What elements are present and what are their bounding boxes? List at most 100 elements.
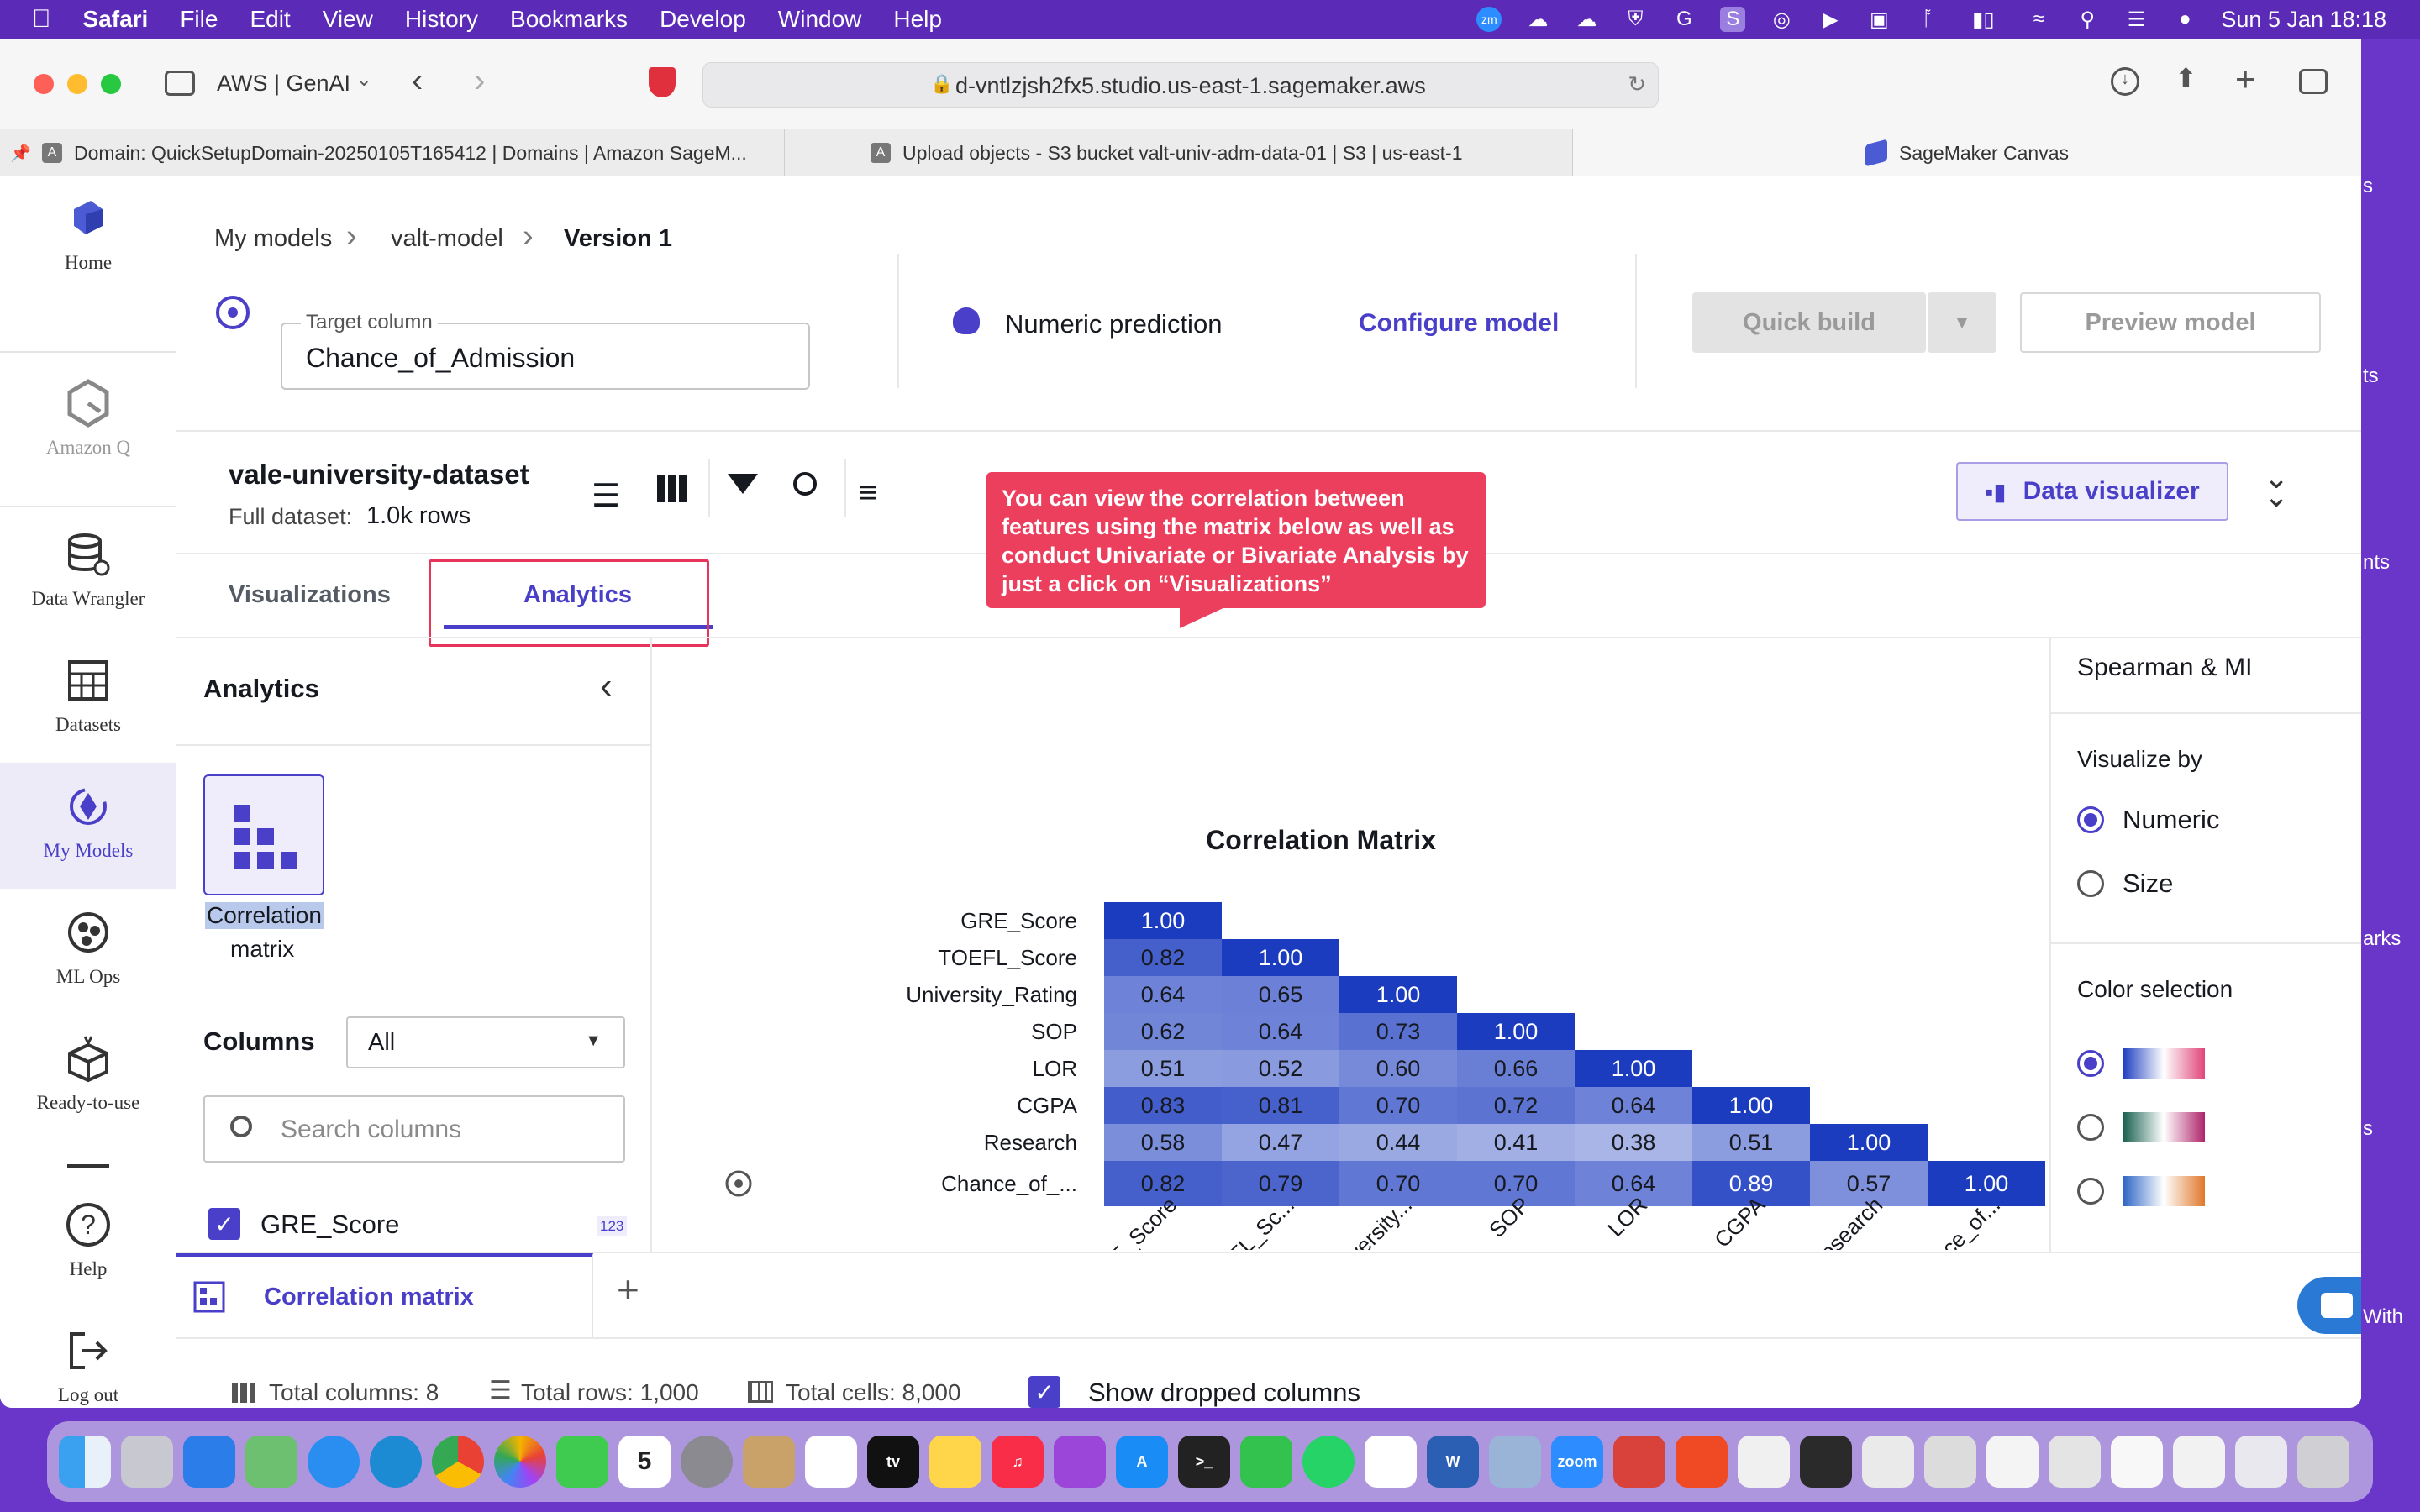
recent-window-thumbnail[interactable]	[2049, 1436, 2101, 1488]
messages-icon[interactable]	[556, 1436, 608, 1488]
menu-file[interactable]: File	[180, 6, 218, 33]
podcasts-icon[interactable]	[1054, 1436, 1106, 1488]
reload-icon[interactable]: ↻	[1628, 71, 1646, 97]
list-view-icon[interactable]: ☰	[592, 477, 620, 515]
play-icon[interactable]: ▶	[1818, 7, 1843, 32]
recent-window-thumbnail[interactable]	[1986, 1436, 2039, 1488]
numeric-radio[interactable]	[2077, 806, 2104, 833]
control-center-icon[interactable]: ☰	[2123, 7, 2149, 32]
slack-icon[interactable]	[1365, 1436, 1417, 1488]
brave-icon[interactable]	[1676, 1436, 1728, 1488]
breadcrumb-my-models[interactable]: My models	[214, 225, 332, 253]
recent-window-thumbnail[interactable]	[1800, 1436, 1852, 1488]
reminders-icon[interactable]	[805, 1436, 857, 1488]
color-scheme-radio-1[interactable]	[2077, 1050, 2104, 1077]
menu-view[interactable]: View	[323, 6, 373, 33]
nav-ml-ops[interactable]: ML Ops	[0, 907, 176, 988]
downloads-icon[interactable]: ↓	[2111, 67, 2139, 96]
new-tab-icon[interactable]: +	[2235, 59, 2256, 99]
quick-build-dropdown[interactable]: ▼	[1928, 292, 1996, 353]
forward-icon[interactable]: ›	[474, 62, 485, 100]
zoom-window-button[interactable]	[101, 74, 121, 94]
facetime-icon[interactable]	[1240, 1436, 1292, 1488]
preview-model-button[interactable]: Preview model	[2020, 292, 2321, 353]
word-icon[interactable]: W	[1427, 1436, 1479, 1488]
nav-help[interactable]: ? Help	[0, 1200, 176, 1280]
remote-desktop-icon[interactable]	[1613, 1436, 1665, 1488]
chrome-icon[interactable]	[432, 1436, 484, 1488]
edge-icon[interactable]	[370, 1436, 422, 1488]
numbered-list-icon[interactable]: ≡	[859, 475, 877, 512]
finder-icon[interactable]	[59, 1436, 111, 1488]
browser-tab-canvas[interactable]: SageMaker Canvas	[1573, 129, 2361, 176]
app-store-icon[interactable]: A	[1116, 1436, 1168, 1488]
tab-visualizations[interactable]: Visualizations	[229, 581, 391, 609]
nav-home[interactable]: Home	[0, 193, 176, 274]
apple-icon[interactable]: 	[32, 5, 51, 34]
breadcrumb-valt-model[interactable]: valt-model	[391, 225, 503, 253]
nav-log-out[interactable]: Log out	[0, 1326, 176, 1406]
zoom-icon[interactable]: zoom	[1551, 1436, 1603, 1488]
terminal-icon[interactable]: >_	[1178, 1436, 1230, 1488]
configure-model-link[interactable]: Configure model	[1359, 309, 1559, 338]
safari-icon[interactable]	[308, 1436, 360, 1488]
creative-cloud-icon[interactable]: ☁	[1525, 7, 1550, 32]
recent-window-thumbnail[interactable]	[2235, 1436, 2287, 1488]
menu-window[interactable]: Window	[778, 6, 862, 33]
nav-ready-to-use[interactable]: Ready-to-use	[0, 1033, 176, 1114]
back-icon[interactable]: ‹	[412, 62, 423, 100]
browser-tab-domain[interactable]: A Domain: QuickSetupDomain-20250105T1654…	[39, 129, 785, 176]
minimize-window-button[interactable]	[67, 74, 87, 94]
siri-icon[interactable]: ●	[2172, 7, 2197, 32]
nav-datasets[interactable]: Datasets	[0, 655, 176, 736]
recent-window-thumbnail[interactable]	[1924, 1436, 1976, 1488]
data-visualizer-button[interactable]: ▪▮ Data visualizer	[1956, 462, 2228, 521]
recent-window-thumbnail[interactable]	[1862, 1436, 1914, 1488]
color-swatch-blue-orange[interactable]	[2123, 1176, 2205, 1206]
columns-filter-select[interactable]: All ▼	[346, 1016, 625, 1068]
mail-icon[interactable]	[183, 1436, 235, 1488]
nav-amazon-q[interactable]: Amazon Q	[0, 378, 176, 459]
collapse-chevrons-icon[interactable]: ⌄ ⌄	[2264, 462, 2289, 511]
collapse-panel-icon[interactable]: ‹	[600, 665, 613, 707]
menu-clock[interactable]: Sun 5 Jan 18:18	[2221, 7, 2386, 33]
s-app-icon[interactable]: S	[1720, 7, 1746, 32]
apple-tv-icon[interactable]: tv	[867, 1436, 919, 1488]
menu-history[interactable]: History	[405, 6, 478, 33]
music-icon[interactable]: ♫	[992, 1436, 1044, 1488]
wifi-icon[interactable]: ≈	[2026, 7, 2051, 32]
privacy-shield-icon[interactable]	[649, 67, 676, 97]
calendar-icon[interactable]: 5	[618, 1436, 671, 1488]
menu-help[interactable]: Help	[893, 6, 942, 33]
grammarly-icon[interactable]: G	[1671, 7, 1697, 32]
notes-icon[interactable]	[929, 1436, 981, 1488]
color-swatch-blue-pink[interactable]	[2123, 1048, 2205, 1079]
system-settings-icon[interactable]	[681, 1436, 733, 1488]
filter-icon[interactable]	[728, 474, 758, 494]
photos-icon[interactable]	[494, 1436, 546, 1488]
nav-my-models[interactable]: My Models	[0, 781, 176, 862]
column-checkbox[interactable]: ✓	[208, 1208, 240, 1240]
whatsapp-icon[interactable]	[1302, 1436, 1355, 1488]
chat-button[interactable]	[2297, 1277, 2361, 1334]
address-bar[interactable]: 🔒 d-vntlzjsh2fx5.studio.us-east-1.sagema…	[702, 62, 1659, 108]
battery-icon[interactable]: ▮▯	[1964, 7, 2002, 32]
menu-develop[interactable]: Develop	[660, 6, 746, 33]
menu-app-name[interactable]: Safari	[83, 6, 149, 33]
recent-window-thumbnail[interactable]	[2111, 1436, 2163, 1488]
color-scheme-radio-2[interactable]	[2077, 1114, 2104, 1141]
trash-icon[interactable]	[2297, 1436, 2349, 1488]
menu-bookmarks[interactable]: Bookmarks	[510, 6, 628, 33]
browser-tab-s3-upload[interactable]: A Upload objects - S3 bucket valt-univ-a…	[785, 129, 1573, 176]
shield-status-icon[interactable]: ⛨	[1623, 7, 1648, 32]
color-swatch-green-magenta[interactable]	[2123, 1112, 2205, 1142]
profile-selector[interactable]: AWS | GenAI	[217, 71, 350, 97]
contacts-icon[interactable]	[743, 1436, 795, 1488]
recent-window-thumbnail[interactable]	[2173, 1436, 2225, 1488]
search-columns-input[interactable]: Search columns	[203, 1095, 625, 1163]
close-window-button[interactable]	[34, 74, 54, 94]
share-icon[interactable]: ⬆	[2175, 62, 2197, 94]
size-radio[interactable]	[2077, 870, 2104, 897]
menu-edit[interactable]: Edit	[250, 6, 290, 33]
zoom-status-icon[interactable]: zm	[1476, 7, 1502, 32]
